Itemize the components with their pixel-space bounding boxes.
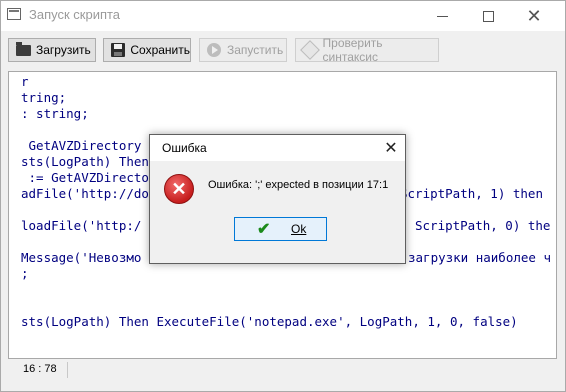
code-line: adFile('http://do <box>21 186 149 201</box>
window-title: Запуск скрипта <box>29 7 121 22</box>
run-button-label: Запустить <box>227 43 284 57</box>
cursor-position: 16 : 78 <box>23 363 57 375</box>
app-icon <box>7 8 21 20</box>
minimize-icon <box>436 15 448 17</box>
dialog-title-bar: Ошибка ✕ <box>150 135 405 161</box>
dialog-title: Ошибка <box>162 141 207 155</box>
code-line: loadFile('http:/ <box>21 218 142 233</box>
save-button[interactable]: Сохранить <box>103 38 191 62</box>
toolbar: Загрузить Сохранить Запустить Проверить … <box>1 31 565 67</box>
status-divider <box>67 362 68 378</box>
error-icon: ✕ <box>164 174 194 204</box>
code-line: sts(LogPath) Then ExecuteFile('notepad.e… <box>21 314 518 329</box>
code-line: GetAVZDirectory <box>21 138 142 153</box>
dialog-close-button[interactable]: ✕ <box>378 137 404 159</box>
check-syntax-button[interactable]: Проверить синтаксис <box>295 36 439 64</box>
code-line: r <box>21 74 29 89</box>
code-line-fragment: ScriptPath, 1) then <box>400 186 543 201</box>
code-line-fragment: ScriptPath, 0) the <box>415 218 551 233</box>
run-button[interactable]: Запустить <box>199 38 287 62</box>
code-line: ; <box>21 266 29 281</box>
maximize-button[interactable] <box>465 1 511 31</box>
dialog-body: ✕ Ошибка: ';' expected в позиции 17:1 ✔ … <box>150 161 405 263</box>
load-button-label: Загрузить <box>36 43 91 57</box>
load-button[interactable]: Загрузить <box>8 38 96 62</box>
code-line: Message('Невозмо <box>21 250 142 265</box>
check-syntax-button-label: Проверить синтаксис <box>322 36 383 64</box>
error-message: Ошибка: ';' expected в позиции 17:1 <box>208 179 389 191</box>
checkmark-icon: ✔ <box>257 221 271 238</box>
maximize-icon <box>482 10 494 22</box>
code-line: := GetAVZDirecto <box>21 170 149 185</box>
play-icon <box>206 42 222 58</box>
floppy-icon <box>110 42 125 58</box>
ok-button[interactable]: ✔ Ok <box>234 217 327 241</box>
status-bar: 16 : 78 <box>1 359 565 381</box>
code-line: sts(LogPath) Then <box>21 154 149 169</box>
close-icon: ✕ <box>526 6 542 26</box>
code-line: : string; <box>21 106 89 121</box>
minimize-button[interactable] <box>419 1 465 31</box>
code-line: tring; <box>21 90 67 105</box>
folder-icon <box>15 41 31 58</box>
close-button[interactable]: ✕ <box>511 1 557 31</box>
error-dialog: Ошибка ✕ ✕ Ошибка: ';' expected в позици… <box>149 134 406 264</box>
check-syntax-icon <box>299 40 320 60</box>
save-button-label: Сохранить <box>130 43 190 57</box>
code-line-fragment: загрузки наиболее ч <box>408 250 551 265</box>
title-bar: Запуск скрипта ✕ <box>1 1 565 31</box>
close-icon: ✕ <box>384 140 398 157</box>
ok-button-label: Ok <box>291 222 307 236</box>
